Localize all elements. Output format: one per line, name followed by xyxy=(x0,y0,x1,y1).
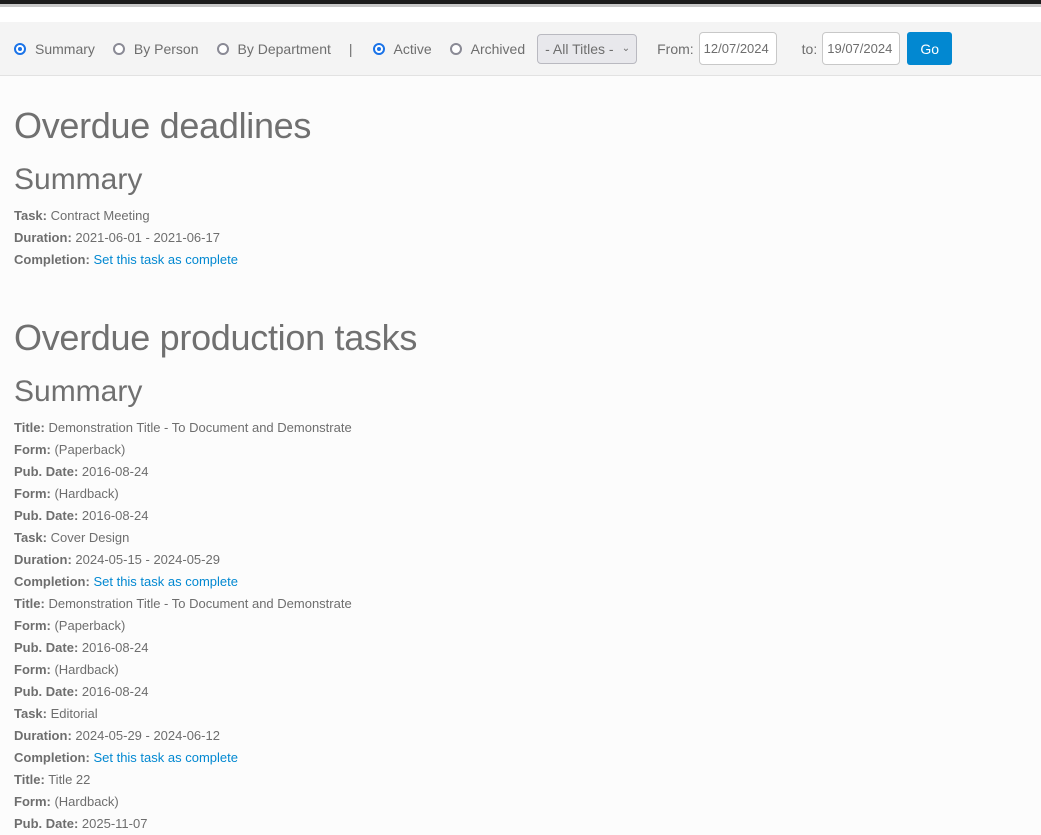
radio-unselected-icon xyxy=(112,42,125,55)
detail-row: Title: Demonstration Title - To Document… xyxy=(14,593,1027,615)
detail-row: Pub. Date: 2016-08-24 xyxy=(14,637,1027,659)
spacer xyxy=(0,7,1041,22)
detail-row: Title: Title 22 xyxy=(14,769,1027,791)
field-label: Duration: xyxy=(14,728,72,743)
production-list: Title: Demonstration Title - To Document… xyxy=(14,417,1027,835)
title-select-value: - All Titles - xyxy=(545,40,614,57)
separator: | xyxy=(348,40,353,57)
radio-selected-icon xyxy=(14,42,26,55)
field-value: Title 22 xyxy=(48,772,91,787)
detail-row: Task: Contract Meeting xyxy=(14,205,1027,227)
field-label: Pub. Date: xyxy=(14,640,79,655)
field-label: Pub. Date: xyxy=(14,816,79,831)
radio-label: Archived xyxy=(470,40,526,57)
field-label: Pub. Date: xyxy=(14,508,79,523)
field-label: Title: xyxy=(14,772,45,787)
field-value: 2016-08-24 xyxy=(81,508,149,523)
detail-row: Duration: 2024-05-29 - 2024-06-12 xyxy=(14,725,1027,747)
field-value: Cover Design xyxy=(50,530,130,545)
radio-summary[interactable]: Summary xyxy=(14,41,95,57)
field-label: Task: xyxy=(14,706,47,721)
field-label: Form: xyxy=(14,662,51,677)
field-value: (Hardback) xyxy=(54,662,119,677)
detail-row: Duration: 2021-06-01 - 2021-06-17 xyxy=(14,227,1027,249)
detail-row: Title: Demonstration Title - To Document… xyxy=(14,417,1027,439)
to-label: to: xyxy=(801,40,818,57)
field-value: (Hardback) xyxy=(54,486,119,501)
field-value: 2016-08-24 xyxy=(81,640,149,655)
field-value: Editorial xyxy=(50,706,98,721)
field-value: (Hardback) xyxy=(54,794,119,809)
radio-unselected-icon xyxy=(449,42,462,55)
field-label: Form: xyxy=(14,486,51,501)
set-complete-link[interactable]: Set this task as complete xyxy=(93,750,238,765)
detail-row: Form: (Paperback) xyxy=(14,615,1027,637)
report-content: Overdue deadlines Summary Task: Contract… xyxy=(0,106,1041,835)
detail-row: Form: (Hardback) xyxy=(14,791,1027,813)
radio-selected-icon xyxy=(372,42,385,55)
detail-row: Completion: Set this task as complete xyxy=(14,249,1027,271)
detail-row: Task: Editorial xyxy=(14,703,1027,725)
radio-label: Summary xyxy=(35,40,95,57)
detail-row: Completion: Set this task as complete xyxy=(14,747,1027,769)
field-value: 2024-05-29 - 2024-06-12 xyxy=(75,728,220,743)
detail-row: Pub. Date: 2016-08-24 xyxy=(14,505,1027,527)
from-date-input[interactable]: 12/07/2024 xyxy=(698,32,777,65)
field-value: 2016-08-24 xyxy=(81,684,149,699)
go-button[interactable]: Go xyxy=(907,32,953,65)
field-label: Task: xyxy=(14,208,47,223)
detail-row: Task: Cover Design xyxy=(14,527,1027,549)
field-value: Demonstration Title - To Document and De… xyxy=(48,596,352,611)
field-label: Pub. Date: xyxy=(14,464,79,479)
detail-row: Form: (Hardback) xyxy=(14,659,1027,681)
set-complete-link[interactable]: Set this task as complete xyxy=(93,574,238,589)
chevron-down-icon: ⌄ xyxy=(621,43,631,54)
production-subheading: Summary xyxy=(14,375,143,408)
deadlines-heading: Overdue deadlines xyxy=(14,105,312,146)
detail-row: Duration: 2024-05-15 - 2024-05-29 xyxy=(14,549,1027,571)
field-value: Contract Meeting xyxy=(50,208,150,223)
field-label: Completion: xyxy=(14,750,90,765)
detail-row: Pub. Date: 2025-11-07 xyxy=(14,813,1027,835)
field-value: (Paperback) xyxy=(54,442,126,457)
title-select[interactable]: - All Titles - ⌄ xyxy=(537,33,638,64)
set-complete-link[interactable]: Set this task as complete xyxy=(93,252,238,267)
radio-label: Active xyxy=(393,40,432,57)
detail-row: Form: (Paperback) xyxy=(14,439,1027,461)
field-label: Completion: xyxy=(14,574,90,589)
detail-row: Pub. Date: 2016-08-24 xyxy=(14,461,1027,483)
radio-label: By Person xyxy=(133,40,199,57)
field-label: Task: xyxy=(14,530,47,545)
field-value: 2016-08-24 xyxy=(81,464,149,479)
deadlines-list: Task: Contract Meeting Duration: 2021-06-… xyxy=(14,205,1027,271)
radio-label: By Department xyxy=(237,40,331,57)
field-value: 2021-06-01 - 2021-06-17 xyxy=(75,230,220,245)
detail-row: Completion: Set this task as complete xyxy=(14,571,1027,593)
field-value: Demonstration Title - To Document and De… xyxy=(48,420,352,435)
field-label: Duration: xyxy=(14,552,72,567)
radio-archived[interactable]: Archived xyxy=(449,40,526,57)
field-value: 2024-05-15 - 2024-05-29 xyxy=(75,552,220,567)
field-value: (Paperback) xyxy=(54,618,126,633)
field-label: Form: xyxy=(14,442,51,457)
to-date-input[interactable]: 19/07/2024 xyxy=(822,32,901,65)
detail-row: Pub. Date: 2016-08-24 xyxy=(14,681,1027,703)
filter-toolbar: Summary By Person By Department | Active… xyxy=(0,22,1041,76)
radio-by-person[interactable]: By Person xyxy=(112,40,199,57)
field-label: Form: xyxy=(14,618,51,633)
field-label: Completion: xyxy=(14,252,90,267)
production-heading: Overdue production tasks xyxy=(14,317,418,358)
from-label: From: xyxy=(657,40,694,57)
field-label: Title: xyxy=(14,596,45,611)
field-label: Title: xyxy=(14,420,45,435)
field-label: Duration: xyxy=(14,230,72,245)
field-label: Form: xyxy=(14,794,51,809)
radio-active[interactable]: Active xyxy=(372,40,432,57)
field-label: Pub. Date: xyxy=(14,684,79,699)
radio-unselected-icon xyxy=(216,42,229,55)
radio-by-department[interactable]: By Department xyxy=(216,40,331,57)
field-value: 2025-11-07 xyxy=(81,816,148,831)
deadlines-subheading: Summary xyxy=(14,163,143,196)
detail-row: Form: (Hardback) xyxy=(14,483,1027,505)
